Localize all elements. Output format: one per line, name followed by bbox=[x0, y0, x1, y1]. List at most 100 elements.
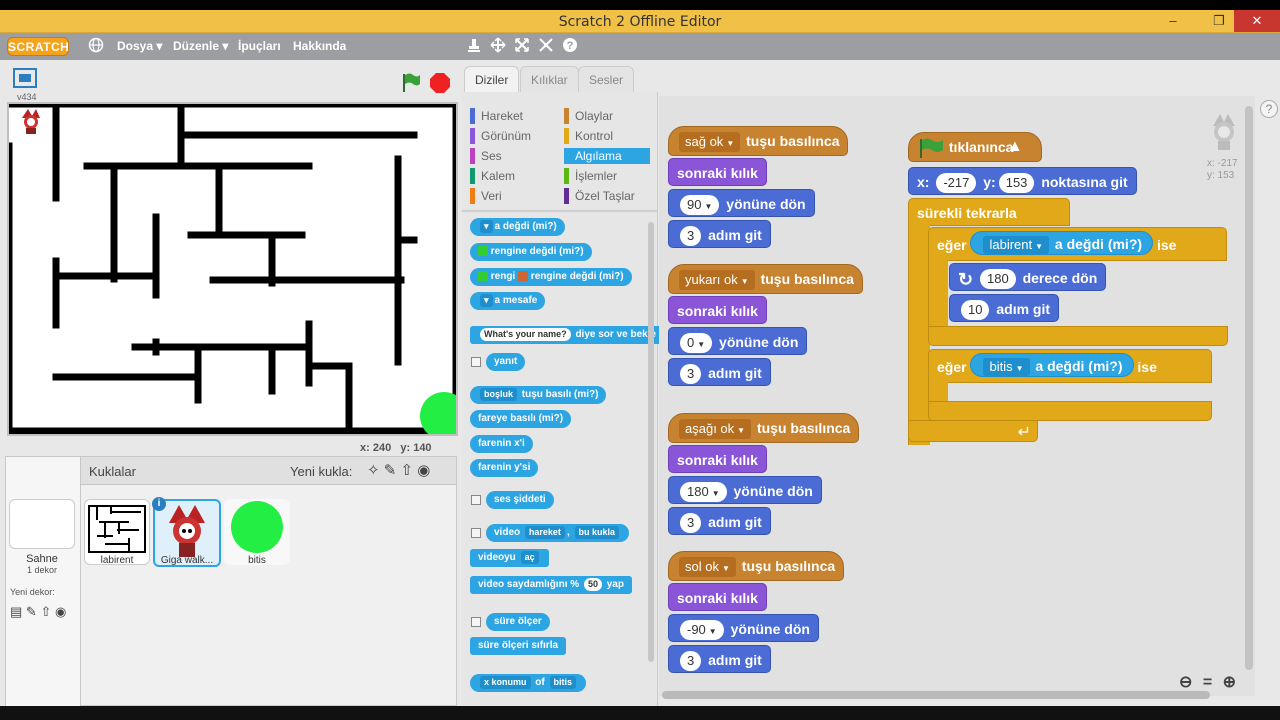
palette-scrollbar[interactable] bbox=[648, 222, 654, 662]
minimize-icon[interactable]: – bbox=[1158, 10, 1188, 32]
upload-sprite-icon[interactable]: ⇧ bbox=[401, 462, 414, 479]
block-touching[interactable]: ▾ a değdi (mi?) bbox=[470, 218, 565, 236]
hat-key-pressed-right[interactable]: sağ ok ▼ tuşu basılınca bbox=[668, 126, 849, 156]
category-sound[interactable]: Ses bbox=[470, 148, 502, 164]
block-timer[interactable]: süre ölçer bbox=[486, 613, 550, 631]
sprite-x-readout: x: -217 bbox=[1207, 158, 1238, 169]
menu-file[interactable]: Dosya ▾ bbox=[117, 39, 162, 53]
menu-edit[interactable]: Düzenle ▾ bbox=[173, 39, 228, 53]
menu-tips[interactable]: İpuçları bbox=[238, 39, 281, 53]
block-mouse-down[interactable]: fareye basılı (mi?) bbox=[470, 410, 572, 428]
category-looks[interactable]: Görünüm bbox=[470, 128, 531, 144]
block-point-direction-1[interactable]: 90 ▼ yönüne dön bbox=[668, 189, 815, 217]
help-tips-icon[interactable]: ? bbox=[1260, 100, 1278, 118]
block-go-to-xy[interactable]: x: -217 y: 153 noktasına git bbox=[908, 167, 1137, 195]
stage-label: Sahne bbox=[26, 553, 58, 565]
zoom-in-icon[interactable]: ⊕ bbox=[1223, 674, 1236, 691]
block-attribute-of[interactable]: x konumu of bitis bbox=[470, 674, 587, 692]
paint-backdrop-icon[interactable]: ✎ bbox=[26, 604, 37, 619]
checkbox-timer[interactable] bbox=[471, 617, 481, 627]
block-video-transparency[interactable]: video saydamlığını % 50 yap bbox=[470, 576, 632, 594]
condition-touching-finish[interactable]: bitis ▼ a değdi (mi?) bbox=[970, 353, 1134, 377]
script-scrollbar-horizontal[interactable] bbox=[662, 691, 1210, 699]
block-mouse-x[interactable]: farenin x'i bbox=[470, 435, 533, 453]
checkbox-answer[interactable] bbox=[471, 357, 481, 367]
block-video-on[interactable]: videoyu aç bbox=[470, 549, 549, 567]
stop-icon[interactable] bbox=[430, 73, 450, 98]
block-move-steps-2[interactable]: 3 adım git bbox=[668, 358, 771, 386]
block-ask[interactable]: What's your name? diye sor ve bekle bbox=[470, 326, 665, 344]
grow-icon[interactable] bbox=[490, 37, 506, 57]
script-area[interactable]: sağ ok ▼ tuşu basılınca sonraki kılık 90 ▼… bbox=[659, 96, 1255, 696]
category-operators[interactable]: İşlemler bbox=[564, 168, 617, 184]
category-control[interactable]: Kontrol bbox=[564, 128, 613, 144]
category-sensing[interactable]: Algılama bbox=[564, 148, 650, 164]
block-palette: Hareket Görünüm Ses Kalem Veri Olaylar K… bbox=[462, 92, 665, 706]
shrink-inward-icon[interactable] bbox=[538, 37, 554, 57]
block-turn-degrees[interactable]: ↻ 180 derece dön bbox=[949, 263, 1107, 291]
sprites-title: Kuklalar bbox=[89, 464, 136, 479]
category-pen[interactable]: Kalem bbox=[470, 168, 515, 184]
scratch-logo[interactable]: SCRATCH bbox=[7, 37, 69, 56]
block-mouse-y[interactable]: farenin y'si bbox=[470, 459, 539, 477]
mouse-cursor-icon: ▲ bbox=[1007, 138, 1023, 155]
globe-icon[interactable] bbox=[88, 37, 104, 57]
checkbox-loudness[interactable] bbox=[471, 495, 481, 505]
category-data[interactable]: Veri bbox=[470, 188, 502, 204]
giga-sprite-icon[interactable] bbox=[22, 109, 40, 134]
upload-backdrop-icon[interactable]: ⇧ bbox=[40, 604, 51, 619]
zoom-reset-icon[interactable]: = bbox=[1203, 674, 1212, 691]
zoom-out-icon[interactable]: ⊖ bbox=[1179, 674, 1192, 691]
block-next-costume-2[interactable]: sonraki kılık bbox=[668, 296, 767, 324]
new-backdrop-label: Yeni dekor: bbox=[10, 587, 55, 597]
block-touching-color[interactable]: rengine değdi (mi?) bbox=[470, 243, 592, 261]
help-icon[interactable]: ? bbox=[562, 37, 578, 57]
block-next-costume-3[interactable]: sonraki kılık bbox=[668, 445, 767, 473]
tab-scripts[interactable]: Diziler bbox=[464, 66, 520, 92]
block-point-direction-2[interactable]: 0 ▼ yönüne dön bbox=[668, 327, 808, 355]
block-distance[interactable]: ▾ a mesafe bbox=[470, 292, 546, 310]
hat-key-pressed-up[interactable]: yukarı ok ▼ tuşu basılınca bbox=[668, 264, 863, 294]
condition-touching-maze[interactable]: labirent ▼ a değdi (mi?) bbox=[970, 231, 1154, 255]
block-answer[interactable]: yanıt bbox=[486, 353, 526, 371]
camera-backdrop-icon[interactable]: ◉ bbox=[55, 604, 66, 619]
block-point-direction-4[interactable]: -90 ▼ yönüne dön bbox=[668, 614, 819, 642]
script-scrollbar-vertical[interactable] bbox=[1245, 106, 1253, 670]
green-flag-icon[interactable] bbox=[400, 72, 422, 99]
block-next-costume-1[interactable]: sonraki kılık bbox=[668, 158, 767, 186]
category-more-blocks[interactable]: Özel Taşlar bbox=[564, 188, 635, 204]
block-move-10-steps[interactable]: 10 adım git bbox=[949, 294, 1060, 322]
category-motion[interactable]: Hareket bbox=[470, 108, 523, 124]
stage-thumbnail[interactable] bbox=[9, 499, 75, 549]
block-move-steps-3[interactable]: 3 adım git bbox=[668, 507, 771, 535]
block-key-pressed[interactable]: boşluk tuşu basılı (mi?) bbox=[470, 386, 607, 404]
sprite-info-icon[interactable]: i bbox=[152, 497, 166, 511]
menu-about[interactable]: Hakkında bbox=[293, 39, 346, 53]
category-events[interactable]: Olaylar bbox=[564, 108, 613, 124]
block-move-steps-4[interactable]: 3 adım git bbox=[668, 645, 771, 673]
block-video-sensing[interactable]: video hareket, bu kukla bbox=[486, 524, 630, 542]
hat-key-pressed-left[interactable]: sol ok ▼ tuşu basılınca bbox=[668, 551, 845, 581]
checkbox-video[interactable] bbox=[471, 528, 481, 538]
paint-sprite-icon[interactable]: ✎ bbox=[384, 462, 397, 479]
block-move-steps-1[interactable]: 3 adım git bbox=[668, 220, 771, 248]
block-loudness[interactable]: ses şiddeti bbox=[486, 491, 554, 509]
block-reset-timer[interactable]: süre ölçeri sıfırla bbox=[470, 637, 567, 655]
stage-canvas[interactable] bbox=[7, 102, 458, 436]
block-next-costume-4[interactable]: sonraki kılık bbox=[668, 583, 767, 611]
shrink-icon[interactable] bbox=[514, 37, 530, 57]
block-if-touching-finish[interactable]: eğer bitis ▼ a değdi (mi?) ise bbox=[928, 349, 1214, 423]
camera-sprite-icon[interactable]: ◉ bbox=[417, 462, 430, 479]
presentation-mode-icon[interactable] bbox=[13, 68, 37, 90]
close-icon[interactable]: ✕ bbox=[1234, 10, 1280, 32]
hat-key-pressed-down[interactable]: aşağı ok ▼ tuşu basılınca bbox=[668, 413, 860, 443]
backdrop-library-icon[interactable]: ▤ bbox=[10, 604, 22, 619]
sprite-library-icon[interactable]: ✧ bbox=[367, 462, 380, 479]
tab-costumes[interactable]: Kılıklar bbox=[520, 66, 579, 92]
maximize-icon[interactable]: ❐ bbox=[1204, 10, 1234, 32]
stage-header: v434 bbox=[7, 66, 458, 102]
block-point-direction-3[interactable]: 180 ▼ yönüne dön bbox=[668, 476, 822, 504]
block-color-touching-color[interactable]: rengi rengine değdi (mi?) bbox=[470, 268, 632, 286]
duplicate-stamp-icon[interactable] bbox=[466, 37, 482, 57]
tab-sounds[interactable]: Sesler bbox=[578, 66, 635, 92]
